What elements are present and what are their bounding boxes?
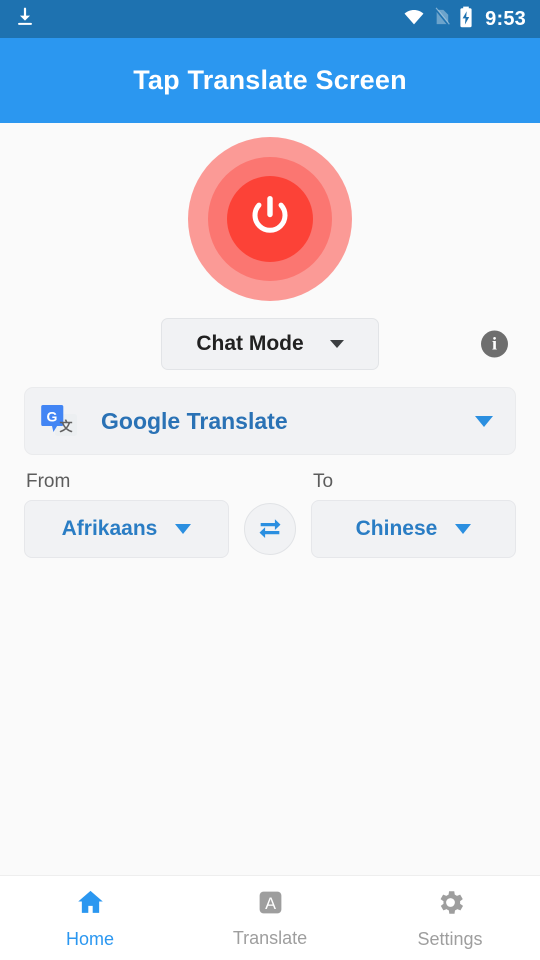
translate-a-icon: A — [256, 888, 285, 922]
wifi-icon — [403, 8, 425, 31]
chevron-down-icon — [175, 524, 192, 534]
home-icon — [75, 887, 106, 923]
nav-item-settings[interactable]: Settings — [360, 876, 540, 960]
sim-card-off-icon — [434, 6, 450, 32]
bottom-navigation: Home A Translate Settings — [0, 875, 540, 960]
target-language-group: To Chinese — [311, 471, 516, 558]
source-language-group: From Afrikaans — [24, 471, 229, 558]
app-screen: 9:53 Tap Translate Screen Chat Mode i G … — [0, 0, 540, 960]
status-bar-clock: 9:53 — [485, 7, 526, 30]
gear-icon — [435, 887, 466, 923]
info-icon[interactable]: i — [481, 330, 508, 358]
status-bar: 9:53 — [0, 0, 540, 38]
mode-row: Chat Mode i — [0, 317, 540, 371]
target-language-dropdown[interactable]: Chinese — [311, 500, 516, 558]
power-icon — [245, 192, 295, 247]
target-language-value: Chinese — [355, 517, 438, 540]
mode-dropdown-value: Chat Mode — [196, 332, 304, 355]
chevron-down-icon — [329, 340, 344, 348]
chevron-down-icon — [455, 524, 472, 534]
chevron-down-icon — [475, 415, 493, 427]
svg-text:文: 文 — [59, 419, 73, 434]
mode-dropdown[interactable]: Chat Mode — [161, 318, 379, 370]
translation-engine-dropdown[interactable]: G 文 Google Translate — [24, 387, 516, 455]
page-title: Tap Translate Screen — [133, 65, 407, 95]
power-ring-mid — [208, 157, 332, 281]
target-language-label: To — [313, 471, 334, 492]
swap-horizontal-icon — [256, 513, 284, 546]
nav-label-translate: Translate — [232, 927, 308, 948]
power-toggle-button[interactable] — [188, 137, 352, 301]
nav-label-home: Home — [65, 928, 114, 949]
svg-text:G: G — [47, 409, 58, 425]
app-bar: Tap Translate Screen — [0, 38, 540, 123]
source-language-label: From — [26, 471, 71, 492]
download-icon — [14, 6, 36, 33]
translation-engine-value: Google Translate — [101, 407, 288, 434]
power-ring-core — [227, 176, 313, 262]
nav-label-settings: Settings — [417, 928, 483, 949]
nav-item-translate[interactable]: A Translate — [180, 876, 360, 960]
status-bar-right: 9:53 — [403, 6, 526, 33]
language-selection-row: From Afrikaans To Chinese — [24, 471, 516, 558]
battery-charging-icon — [459, 6, 473, 33]
svg-text:A: A — [265, 895, 276, 913]
swap-languages-button[interactable] — [244, 503, 296, 555]
status-bar-left — [14, 6, 36, 33]
main-content: Chat Mode i G 文 Google Translate From Af… — [0, 123, 540, 875]
source-language-value: Afrikaans — [61, 517, 158, 540]
nav-item-home[interactable]: Home — [0, 876, 180, 960]
google-translate-icon: G 文 — [39, 401, 79, 441]
source-language-dropdown[interactable]: Afrikaans — [24, 500, 229, 558]
